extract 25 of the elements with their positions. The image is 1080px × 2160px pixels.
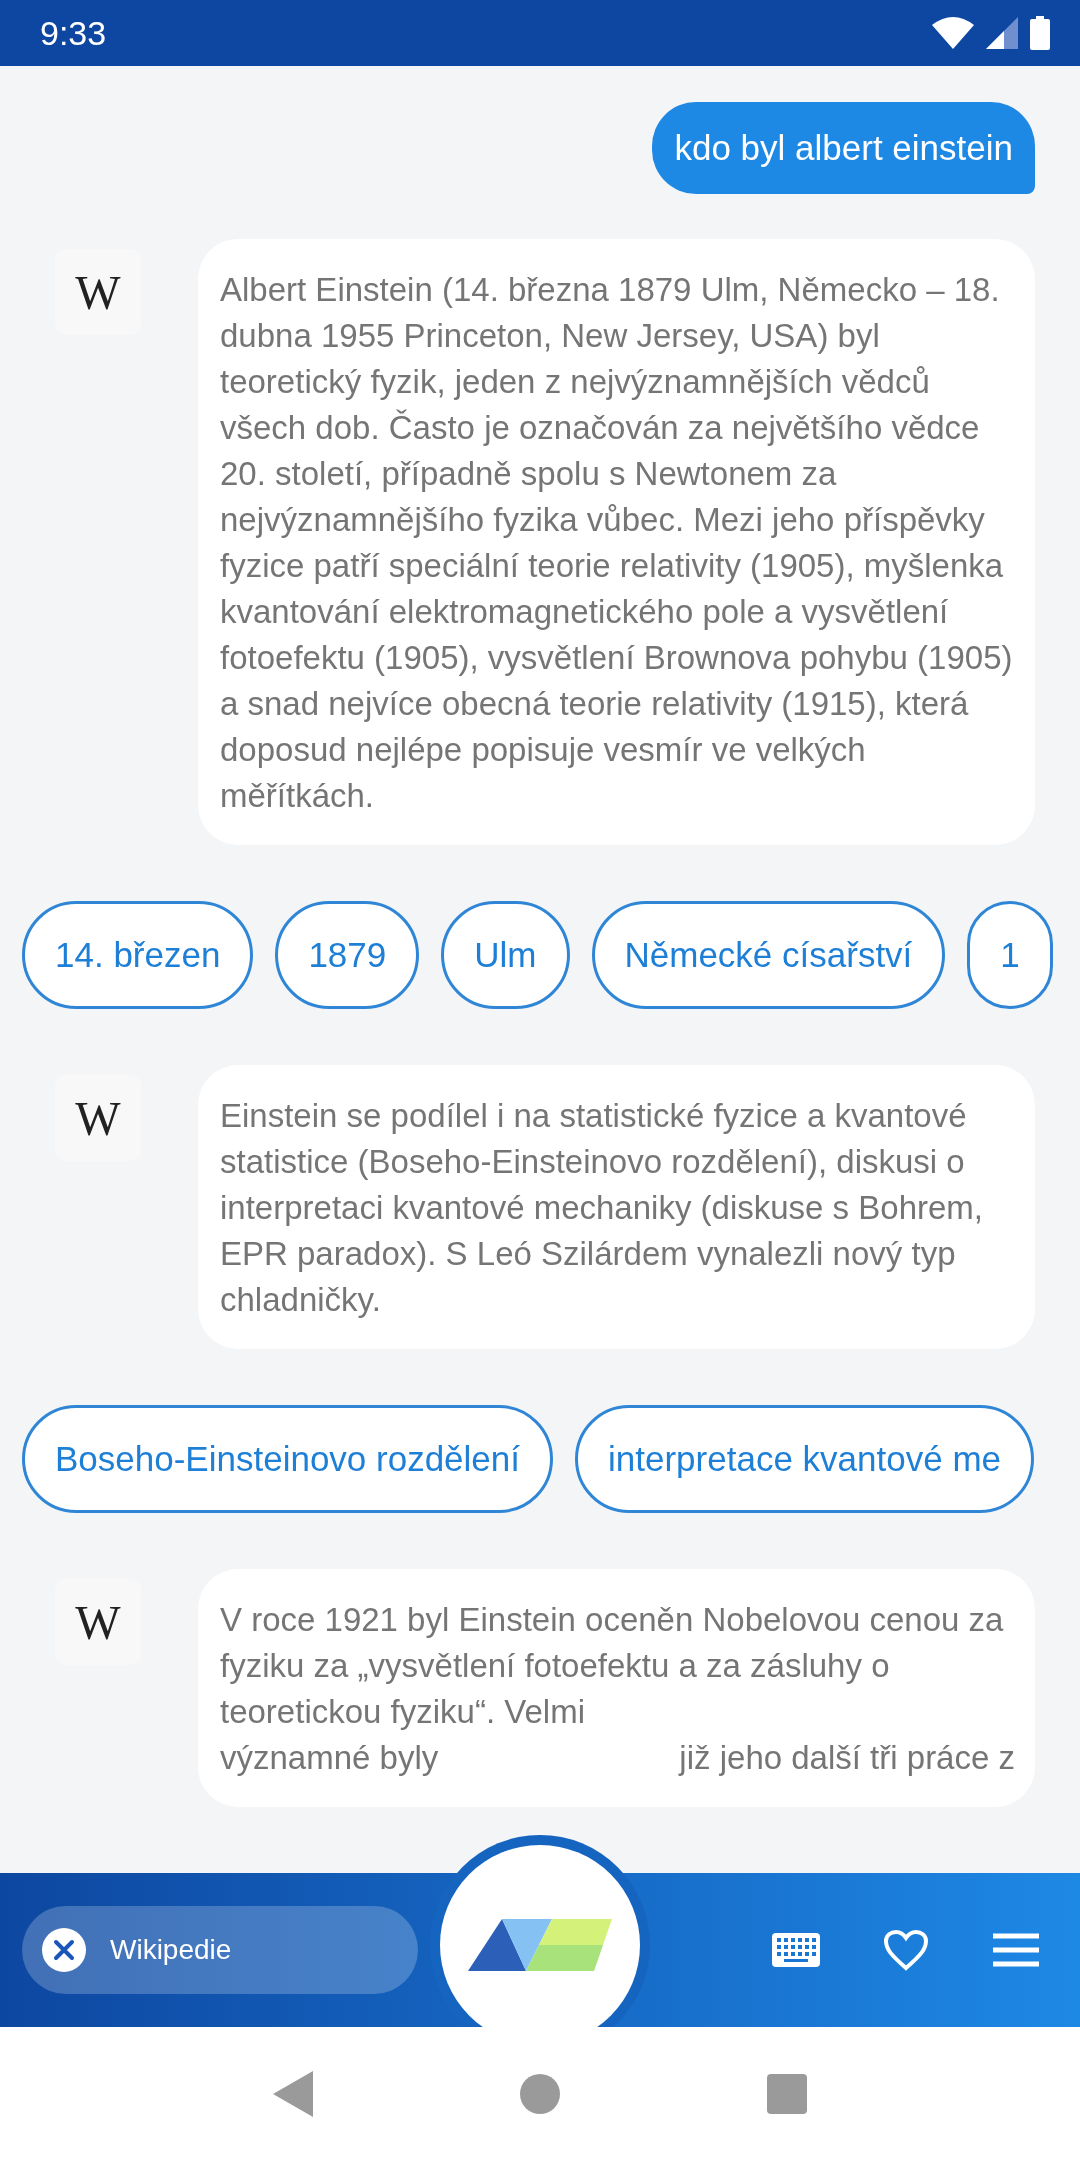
suggestion-chip[interactable]: Německé císařství xyxy=(591,901,946,1009)
answer-text: Einstein se podílel i na statistické fyzice a kvantové statistice (Boseho-Einsteinovo rozdělení), diskusi o interpretaci kvantové mechaniky (diskuse s Bohrem, EPR paradox). S Leó Szilárdem vynalezli nový typ chladničky. xyxy=(220,1096,984,1320)
answer-text: významné byly xyxy=(220,1738,439,1778)
suggestion-chip[interactable]: 1 xyxy=(967,901,1053,1009)
wikipedia-avatar: W xyxy=(55,1075,141,1161)
suggestion-chip[interactable]: Boseho-Einsteinovo rozdělení xyxy=(22,1405,553,1513)
answer-text: již jeho další tři práce z xyxy=(679,1738,1015,1778)
user-message: kdo byl albert einstein xyxy=(652,102,1035,194)
recents-icon[interactable] xyxy=(766,2073,807,2114)
app-logo-icon xyxy=(468,1919,612,1971)
suggestion-chip[interactable]: interpretace kvantové me xyxy=(575,1405,1034,1513)
home-icon[interactable] xyxy=(520,2073,560,2114)
suggestion-chip[interactable]: 1879 xyxy=(275,901,420,1009)
answer-text: Albert Einstein (14. března 1879 Ulm, Německo – 18. dubna 1955 Princeton, New Jersey, USA) byl teoretický fyzik, jeden z nejvýznamnějších vědců všech dob. Často je označován za největšího vědce 20. století, případně spolu s Newtonem za nejvýznamnějšího fyzika vůbec. Mezi jeho příspěvky fyzice patří speciální teorie relativity (1905), myšlenka kvantování elektromagnetického pole a vysvětlení fotoefektu (1905), vysvětlení Brownova pohybu (1905) a snad nejvíce obecná teorie relativity (1915), která doposud nejlépe popisuje vesmír ve velkých měřítkách. xyxy=(220,270,1014,816)
signal-icon xyxy=(986,17,1018,49)
suggestion-chip[interactable]: Ulm xyxy=(441,901,570,1009)
battery-icon xyxy=(1030,16,1050,50)
source-chip[interactable]: Wikipedie xyxy=(22,1906,418,1994)
status-time: 9:33 xyxy=(40,13,107,53)
suggestion-chip[interactable]: 14. březen xyxy=(22,901,254,1009)
back-icon[interactable] xyxy=(273,2070,314,2117)
wikipedia-avatar: W xyxy=(55,249,141,335)
wifi-icon xyxy=(932,17,974,49)
wikipedia-avatar: W xyxy=(55,1579,141,1665)
close-icon[interactable] xyxy=(42,1928,86,1972)
